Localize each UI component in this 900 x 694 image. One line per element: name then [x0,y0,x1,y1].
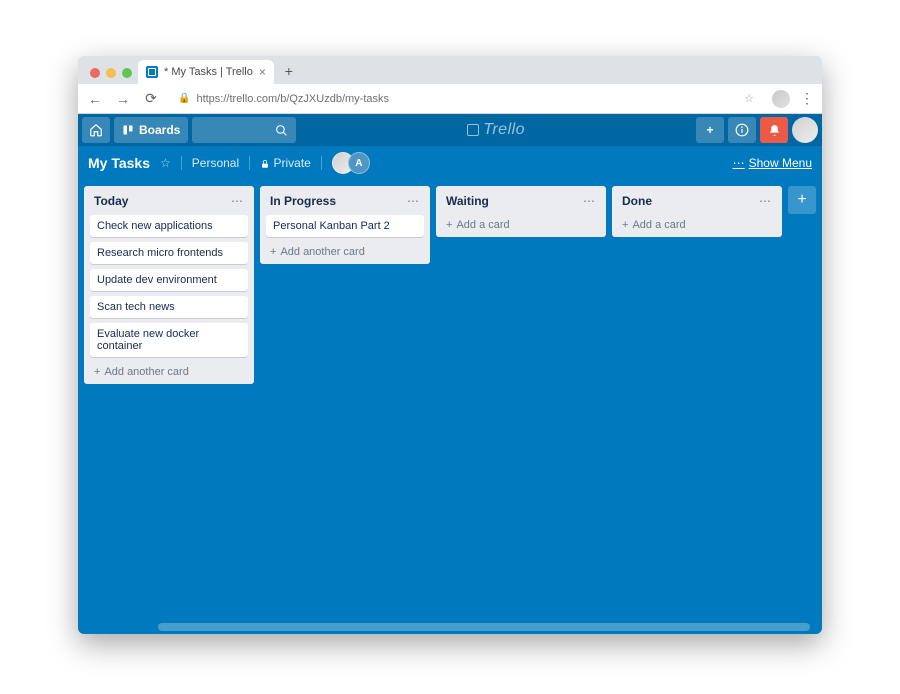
list-title[interactable]: In Progress [270,194,336,208]
add-card-button[interactable]: + Add a card [442,215,600,231]
plus-icon: + [706,123,713,137]
add-list-button[interactable]: + [788,186,816,214]
divider [321,156,322,170]
trello-favicon [146,66,158,78]
boards-button-label: Boards [139,123,180,137]
board-name[interactable]: My Tasks [88,155,150,171]
close-tab-icon[interactable]: × [259,66,266,78]
browser-window: * My Tasks | Trello × + ← → ⟳ 🔒 https://… [78,56,822,634]
trello-header: Boards Trello + [78,114,822,146]
list-title[interactable]: Done [622,194,652,208]
close-window-button[interactable] [90,68,100,78]
plus-icon: + [622,219,628,231]
card[interactable]: Check new applications [90,215,248,237]
list: Today ⋯ Check new applications Research mic… [84,186,254,384]
trello-logo[interactable]: Trello [300,121,692,139]
list-header: Done ⋯ [618,192,776,210]
address-bar[interactable]: 🔒 https://trello.com/b/QzJXUzdb/my-tasks… [170,89,762,108]
visibility-label[interactable]: Private [260,156,311,170]
add-card-label: Add another card [280,246,364,258]
user-avatar[interactable] [792,117,818,143]
info-button[interactable] [728,117,756,143]
horizontal-scrollbar[interactable] [158,623,810,631]
create-button[interactable]: + [696,117,724,143]
window-controls [86,68,138,84]
add-card-button[interactable]: + Add a card [618,215,776,231]
lock-icon [260,159,270,169]
list: In Progress ⋯ Personal Kanban Part 2 + Add a… [260,186,430,264]
maximize-window-button[interactable] [122,68,132,78]
info-icon [735,123,749,137]
board-members: A [332,152,370,174]
divider [249,156,250,170]
back-button[interactable]: ← [86,91,104,107]
list: Done ⋯ + Add a card [612,186,782,237]
bookmark-star-icon[interactable]: ☆ [744,92,754,105]
add-card-button[interactable]: + Add another card [90,362,248,378]
lock-icon: 🔒 [178,93,190,104]
browser-tabstrip: * My Tasks | Trello × + [78,56,822,84]
add-card-label: Add another card [104,366,188,378]
boards-icon [122,124,134,136]
card[interactable]: Personal Kanban Part 2 [266,215,424,237]
search-button[interactable] [192,117,296,143]
list-menu-icon[interactable]: ⋯ [407,194,420,208]
card[interactable]: Research micro frontends [90,242,248,264]
team-label[interactable]: Personal [192,156,239,170]
reload-button[interactable]: ⟳ [142,90,160,107]
show-menu-button[interactable]: ⋯ Show Menu [733,156,812,170]
list-menu-icon[interactable]: ⋯ [231,194,244,208]
list-header: Today ⋯ [90,192,248,210]
list-menu-icon[interactable]: ⋯ [583,194,596,208]
card[interactable]: Evaluate new docker container [90,323,248,357]
minimize-window-button[interactable] [106,68,116,78]
browser-tab[interactable]: * My Tasks | Trello × [138,60,274,84]
plus-icon: + [270,246,276,258]
add-card-label: Add a card [456,219,509,231]
board-canvas: Today ⋯ Check new applications Research mic… [78,180,822,634]
tab-title: * My Tasks | Trello [164,66,253,78]
list-title[interactable]: Waiting [446,194,489,208]
star-board-icon[interactable]: ☆ [160,156,171,170]
add-card-label: Add a card [632,219,685,231]
add-card-button[interactable]: + Add another card [266,242,424,258]
list-title[interactable]: Today [94,194,128,208]
search-icon [275,124,288,137]
list-header: In Progress ⋯ [266,192,424,210]
trello-logo-icon [467,124,479,136]
ellipsis-icon: ⋯ [733,156,745,170]
show-menu-label: Show Menu [749,156,812,170]
list-menu-icon[interactable]: ⋯ [759,194,772,208]
home-icon [89,123,103,137]
browser-toolbar: ← → ⟳ 🔒 https://trello.com/b/QzJXUzdb/my… [78,84,822,114]
card[interactable]: Scan tech news [90,296,248,318]
list-header: Waiting ⋯ [442,192,600,210]
boards-button[interactable]: Boards [114,117,188,143]
browser-menu-icon[interactable]: ⋮ [800,90,814,107]
bell-icon [768,124,781,137]
trello-logo-text: Trello [483,121,525,139]
divider [181,156,182,170]
plus-icon: + [446,219,452,231]
home-button[interactable] [82,117,110,143]
notifications-button[interactable] [760,117,788,143]
forward-button[interactable]: → [114,91,132,107]
url-text: https://trello.com/b/QzJXUzdb/my-tasks [196,93,389,105]
member-avatar[interactable]: A [348,152,370,174]
list: Waiting ⋯ + Add a card [436,186,606,237]
board-toolbar: My Tasks ☆ Personal Private A ⋯ Show Men… [78,146,822,180]
plus-icon: + [94,366,100,378]
browser-profile-avatar[interactable] [772,90,790,108]
card[interactable]: Update dev environment [90,269,248,291]
new-tab-button[interactable]: + [278,60,300,82]
